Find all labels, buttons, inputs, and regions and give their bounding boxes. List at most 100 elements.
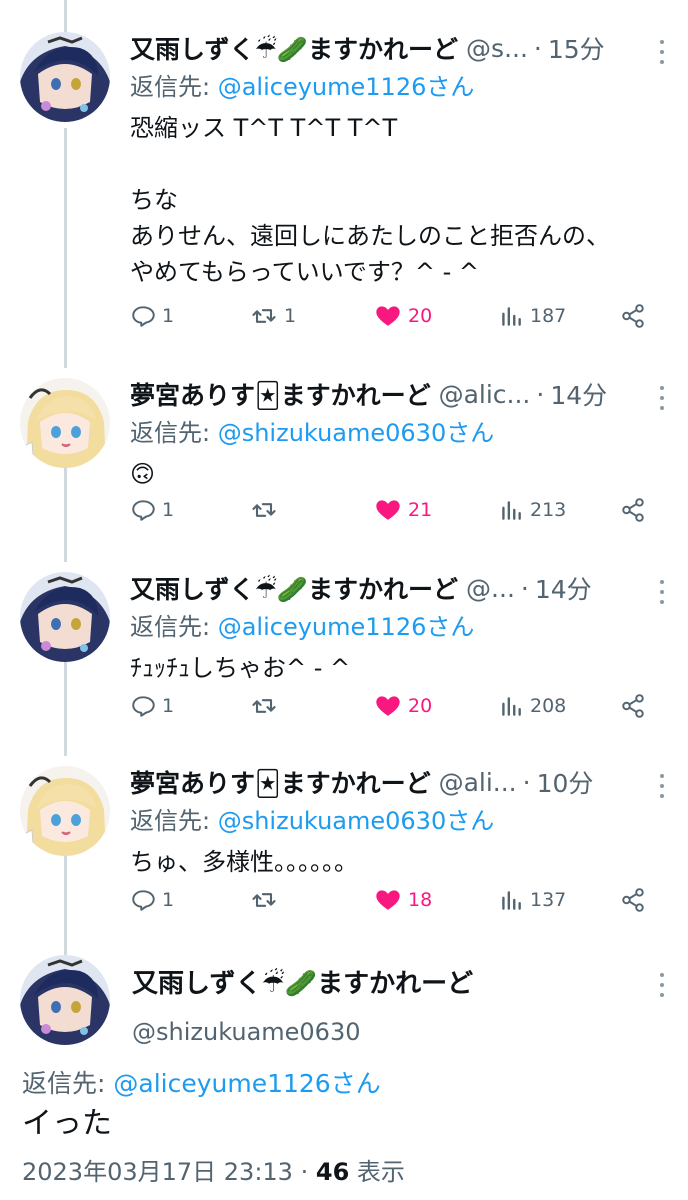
tweet-text: ﾁｭｯﾁｭしちゃお^ - ^ [130, 654, 351, 682]
handle[interactable]: @s... [466, 34, 528, 63]
reply-prefix: 返信先: [130, 807, 218, 835]
handle[interactable]: @ali... [439, 768, 517, 797]
more-options-icon[interactable] [650, 576, 674, 608]
like-count: 18 [408, 889, 433, 911]
reply-count: 1 [162, 889, 175, 911]
handle[interactable]: @alic... [439, 380, 531, 409]
timestamp[interactable]: 14分 [535, 570, 592, 606]
thread-line-3 [64, 656, 67, 756]
like-button[interactable]: 20 [374, 692, 432, 720]
like-count: 21 [408, 499, 433, 521]
timestamp[interactable]: 15分 [548, 30, 605, 66]
timestamp[interactable]: 10分 [537, 764, 594, 800]
reply-prefix: 返信先: [130, 73, 218, 101]
views-icon [498, 303, 524, 329]
views-count: 187 [530, 305, 567, 327]
display-name[interactable]: 又雨しずく☔🥒ますかれーど [130, 30, 458, 66]
timestamp[interactable]: 14分 [550, 376, 607, 412]
reply-mention-link[interactable]: @aliceyume1126さん [218, 613, 475, 641]
retweet-button[interactable] [250, 496, 284, 524]
more-options-icon[interactable] [650, 36, 674, 68]
tweet-text: イった [22, 1106, 112, 1141]
retweet-button[interactable] [250, 886, 284, 914]
views-icon [498, 497, 524, 523]
views-button[interactable]: 137 [498, 887, 566, 913]
views-label: 表示 [356, 1158, 405, 1186]
views-button[interactable]: 213 [498, 497, 566, 523]
share-button[interactable] [620, 497, 652, 523]
separator: · [533, 33, 542, 63]
tweet-text: 恐縮ッス T^T T^T T^T ちな ありせん、遠回しにあたしのこと拒否んの、… [130, 114, 610, 286]
avatar[interactable] [20, 955, 110, 1045]
share-button[interactable] [620, 693, 652, 719]
reply-icon [130, 887, 156, 913]
more-options-icon[interactable] [650, 382, 674, 414]
reply-prefix: 返信先: [130, 613, 218, 641]
share-button[interactable] [620, 303, 652, 329]
reply-mention-link[interactable]: @aliceyume1126さん [113, 1069, 380, 1098]
views-count: 213 [530, 499, 567, 521]
reply-count: 1 [162, 305, 175, 327]
reply-mention-link[interactable]: @shizukuame0630さん [218, 419, 495, 447]
retweet-count: 1 [284, 305, 297, 327]
retweet-icon [250, 496, 278, 524]
tweet-actions: 1 20 208 [130, 686, 650, 726]
tweet-actions: 1 1 20 187 [130, 296, 650, 336]
tweet-text: ちゅ、多様性。。。。。。 [130, 848, 358, 876]
views-button[interactable]: 187 [498, 303, 566, 329]
avatar[interactable] [20, 766, 110, 856]
display-name[interactable]: 夢宮ありす🃏ますかれーど [130, 376, 431, 412]
reply-mention-link[interactable]: @shizukuame0630さん [218, 807, 495, 835]
separator: · [522, 767, 531, 797]
tweet-header: 又雨しずく☔🥒ますかれーど @... · 14分 [130, 570, 668, 606]
share-icon [620, 887, 646, 913]
timestamp[interactable]: 2023年03月17日 23:13 [22, 1158, 293, 1186]
reply-count: 1 [162, 499, 175, 521]
views-count: 208 [530, 695, 567, 717]
tweet-actions: 1 18 137 [130, 880, 650, 920]
separator: · [536, 379, 545, 409]
avatar[interactable] [20, 572, 110, 662]
reply-to: 返信先: @aliceyume1126さん [130, 610, 668, 644]
reply-mention-link[interactable]: @aliceyume1126さん [218, 73, 475, 101]
avatar[interactable] [20, 378, 110, 468]
reply-count: 1 [162, 695, 175, 717]
like-button[interactable]: 21 [374, 496, 432, 524]
display-name[interactable]: 夢宮ありす🃏ますかれーど [130, 764, 431, 800]
tweet-meta: 2023年03月17日 23:13 · 46 表示 [22, 1152, 405, 1187]
reply-button[interactable]: 1 [130, 497, 174, 523]
handle[interactable]: @shizukuame0630 [132, 1018, 473, 1046]
reply-icon [130, 497, 156, 523]
thread-line-top [64, 0, 67, 32]
display-name[interactable]: 又雨しずく☔🥒ますかれーど [130, 570, 458, 606]
retweet-button[interactable] [250, 692, 284, 720]
tweet-header: 夢宮ありす🃏ますかれーど @ali... · 10分 [130, 764, 668, 800]
reply-prefix: 返信先: [22, 1069, 114, 1098]
reply-to: 返信先: @shizukuame0630さん [130, 804, 668, 838]
heart-icon [374, 496, 402, 524]
avatar[interactable] [20, 32, 110, 122]
views-icon [498, 693, 524, 719]
tweet-header: 夢宮ありす🃏ますかれーど @alic... · 14分 [130, 376, 668, 412]
share-button[interactable] [620, 887, 652, 913]
retweet-icon [250, 692, 278, 720]
reply-button[interactable]: 1 [130, 693, 174, 719]
thread-line-4 [64, 850, 67, 955]
tweet-actions: 1 21 213 [130, 490, 650, 530]
reply-icon [130, 693, 156, 719]
like-button[interactable]: 20 [374, 302, 432, 330]
display-name[interactable]: 又雨しずく☔🥒ますかれーど [132, 963, 473, 1000]
retweet-button[interactable]: 1 [250, 302, 296, 330]
tweet-text: 🙃 [130, 460, 156, 488]
more-options-icon[interactable] [650, 969, 674, 1001]
reply-button[interactable]: 1 [130, 303, 174, 329]
handle[interactable]: @... [466, 574, 515, 603]
reply-to: 返信先: @shizukuame0630さん [130, 416, 668, 450]
retweet-icon [250, 886, 278, 914]
reply-icon [130, 303, 156, 329]
views-count: 46 [315, 1158, 350, 1186]
reply-button[interactable]: 1 [130, 887, 174, 913]
more-options-icon[interactable] [650, 770, 674, 802]
like-button[interactable]: 18 [374, 886, 432, 914]
views-button[interactable]: 208 [498, 693, 566, 719]
